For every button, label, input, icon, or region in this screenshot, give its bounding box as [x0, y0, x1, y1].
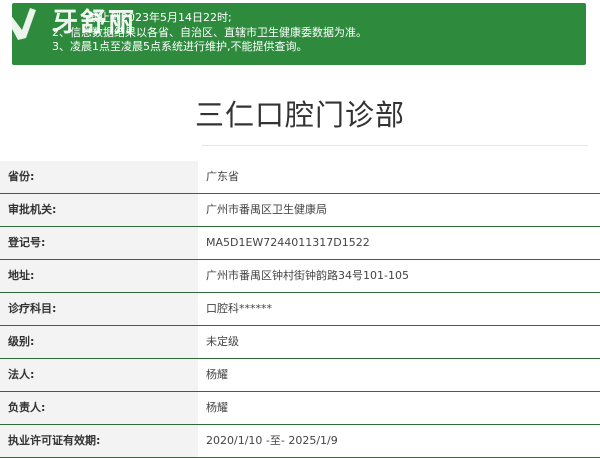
notice-line-2: 2、信息数据结果以各省、自治区、直辖市卫生健康委数据为准。: [52, 25, 367, 39]
info-row-departments: 诊疗科目: 口腔科******: [0, 293, 600, 326]
info-row-address: 地址: 广州市番禺区钟村街钟韵路34号101-105: [0, 260, 600, 293]
info-value: 广州市番禺区卫生健康局: [198, 194, 600, 226]
info-label: 法人:: [0, 359, 198, 391]
notice-line-1: 截止到2023年5月14日22时;: [88, 11, 232, 24]
info-value: 杨耀: [198, 392, 600, 424]
info-value: 口腔科******: [198, 293, 600, 325]
info-row-person-in-charge: 负责人: 杨耀: [0, 392, 600, 425]
info-label: 地址:: [0, 260, 198, 292]
page-title: 三仁口腔门诊部: [194, 98, 405, 132]
clinic-info-table: 省份: 广东省 审批机关: 广州市番禺区卫生健康局 登记号: MA5D1EW72…: [0, 161, 600, 458]
info-label: 审批机关:: [0, 194, 198, 226]
info-label: 级别:: [0, 326, 198, 358]
notice-line-3: 3、凌晨1点至凌晨5点系统进行维护,不能提供查询。: [52, 40, 308, 53]
info-value: 杨耀: [198, 359, 600, 391]
info-value: MA5D1EW7244011317D1522: [198, 227, 600, 259]
info-row-registration-number: 登记号: MA5D1EW7244011317D1522: [0, 227, 600, 260]
info-value: 广东省: [198, 161, 600, 193]
info-label: 执业许可证有效期:: [0, 425, 198, 457]
info-row-legal-person: 法人: 杨耀: [0, 359, 600, 392]
page: 截止到2023年5月14日22时; 2、信息数据结果以各省、自治区、直辖市卫生健…: [0, 0, 600, 458]
info-label: 诊疗科目:: [0, 293, 198, 325]
title-divider: [202, 145, 588, 146]
info-row-license-validity: 执业许可证有效期: 2020/1/10 -至- 2025/1/9: [0, 425, 600, 458]
info-label: 负责人:: [0, 392, 198, 424]
info-value: 未定级: [198, 326, 600, 358]
info-row-province: 省份: 广东省: [0, 161, 600, 194]
info-value: 广州市番禺区钟村街钟韵路34号101-105: [198, 260, 600, 292]
notice-banner: 截止到2023年5月14日22时; 2、信息数据结果以各省、自治区、直辖市卫生健…: [12, 3, 586, 65]
info-label: 省份:: [0, 161, 198, 193]
info-row-approval-authority: 审批机关: 广州市番禺区卫生健康局: [0, 194, 600, 227]
info-label: 登记号:: [0, 227, 198, 259]
info-row-level: 级别: 未定级: [0, 326, 600, 359]
info-value: 2020/1/10 -至- 2025/1/9: [198, 425, 600, 457]
